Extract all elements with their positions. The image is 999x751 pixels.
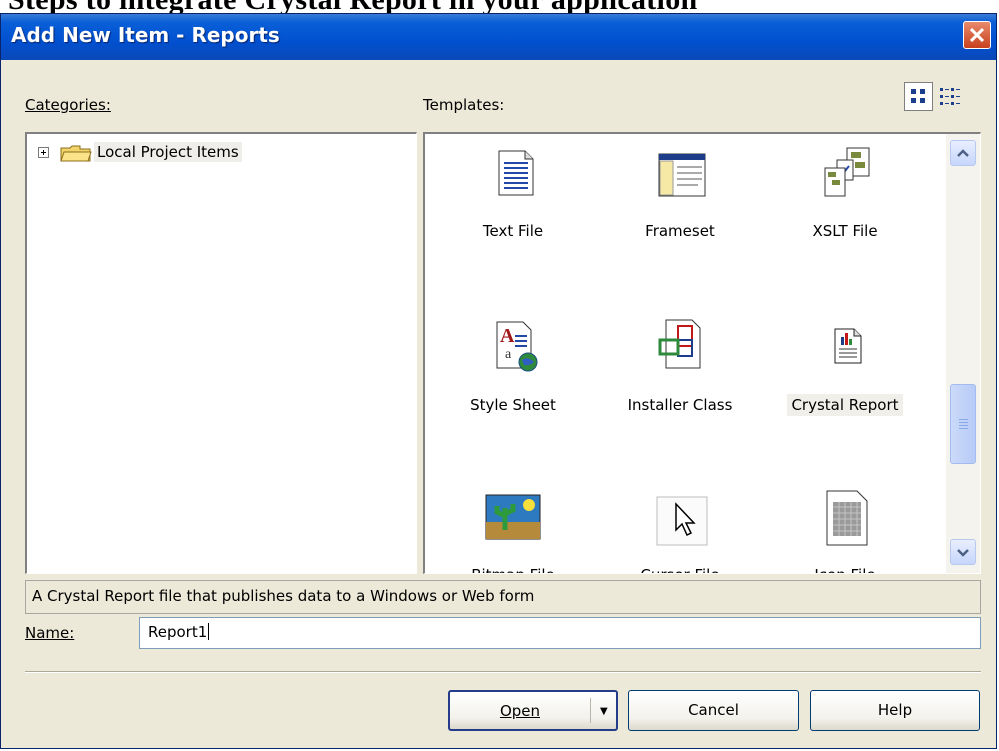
templates-label: Templates: — [423, 96, 504, 114]
template-label: Bitmap File — [433, 566, 593, 573]
template-description: A Crystal Report file that publishes dat… — [25, 580, 981, 614]
categories-label-text: Categories: — [25, 96, 111, 114]
cursor-file-icon — [656, 496, 708, 546]
template-label: Frameset — [645, 222, 715, 240]
text-file-icon — [498, 150, 534, 196]
separator — [25, 671, 981, 673]
name-label-text: Name: — [25, 624, 75, 642]
small-icons-view-button[interactable] — [934, 82, 963, 111]
templates-list[interactable]: Text File Frameset XSLT File A a Style S… — [423, 132, 981, 574]
cancel-button-label: Cancel — [688, 701, 739, 719]
template-label: Installer Class — [627, 396, 733, 414]
name-label: Name: — [25, 624, 74, 642]
template-label: Crystal Report — [765, 394, 925, 416]
name-input[interactable]: Report1 — [139, 617, 981, 649]
add-new-item-dialog: Add New Item - Reports Categories: Templ… — [0, 13, 997, 749]
icon-file-icon — [826, 490, 868, 546]
scroll-thumb[interactable] — [950, 384, 976, 464]
categories-label: Categories: — [25, 96, 111, 114]
open-button[interactable]: Open ▼ — [448, 690, 618, 731]
tree-item-label: Local Project Items — [94, 142, 242, 162]
template-label: Text File — [482, 222, 544, 240]
cancel-button[interactable]: Cancel — [628, 690, 799, 731]
close-button[interactable] — [963, 21, 991, 49]
help-button[interactable]: Help — [810, 690, 980, 731]
expand-icon[interactable] — [38, 147, 49, 158]
help-button-label: Help — [877, 701, 913, 719]
open-button-label: Open — [499, 702, 541, 720]
folder-icon — [60, 145, 92, 162]
template-label: Cursor File — [600, 566, 760, 573]
crystal-report-icon — [834, 328, 862, 364]
template-label: Icon File — [765, 566, 925, 573]
templates-label-text: Templates: — [423, 96, 505, 114]
template-label: Style Sheet — [470, 396, 556, 414]
large-icons-view-icon — [911, 89, 925, 103]
text-caret — [208, 623, 210, 640]
svg-text:a: a — [505, 347, 512, 362]
large-icons-view-button[interactable] — [904, 82, 933, 111]
chevron-down-icon — [957, 549, 969, 557]
chevron-up-icon — [957, 149, 969, 157]
xslt-file-icon — [824, 147, 870, 197]
scroll-up-button[interactable] — [950, 140, 976, 166]
categories-tree[interactable]: Local Project Items — [25, 132, 417, 574]
frameset-icon — [658, 153, 706, 197]
style-sheet-icon: A a — [496, 321, 538, 372]
installer-class-icon — [658, 319, 701, 369]
window-title: Add New Item - Reports — [11, 23, 280, 47]
template-label: XSLT File — [812, 222, 878, 240]
bitmap-file-icon — [485, 494, 541, 540]
close-icon — [970, 28, 984, 42]
dropdown-arrow-icon[interactable]: ▼ — [600, 692, 608, 731]
title-bar[interactable]: Add New Item - Reports — [1, 14, 996, 60]
split-divider — [590, 698, 591, 723]
small-icons-view-icon — [940, 88, 960, 105]
name-input-value: Report1 — [148, 623, 208, 641]
templates-scrollbar[interactable] — [946, 134, 980, 573]
svg-text:A: A — [500, 325, 515, 347]
scroll-down-button[interactable] — [950, 539, 976, 565]
